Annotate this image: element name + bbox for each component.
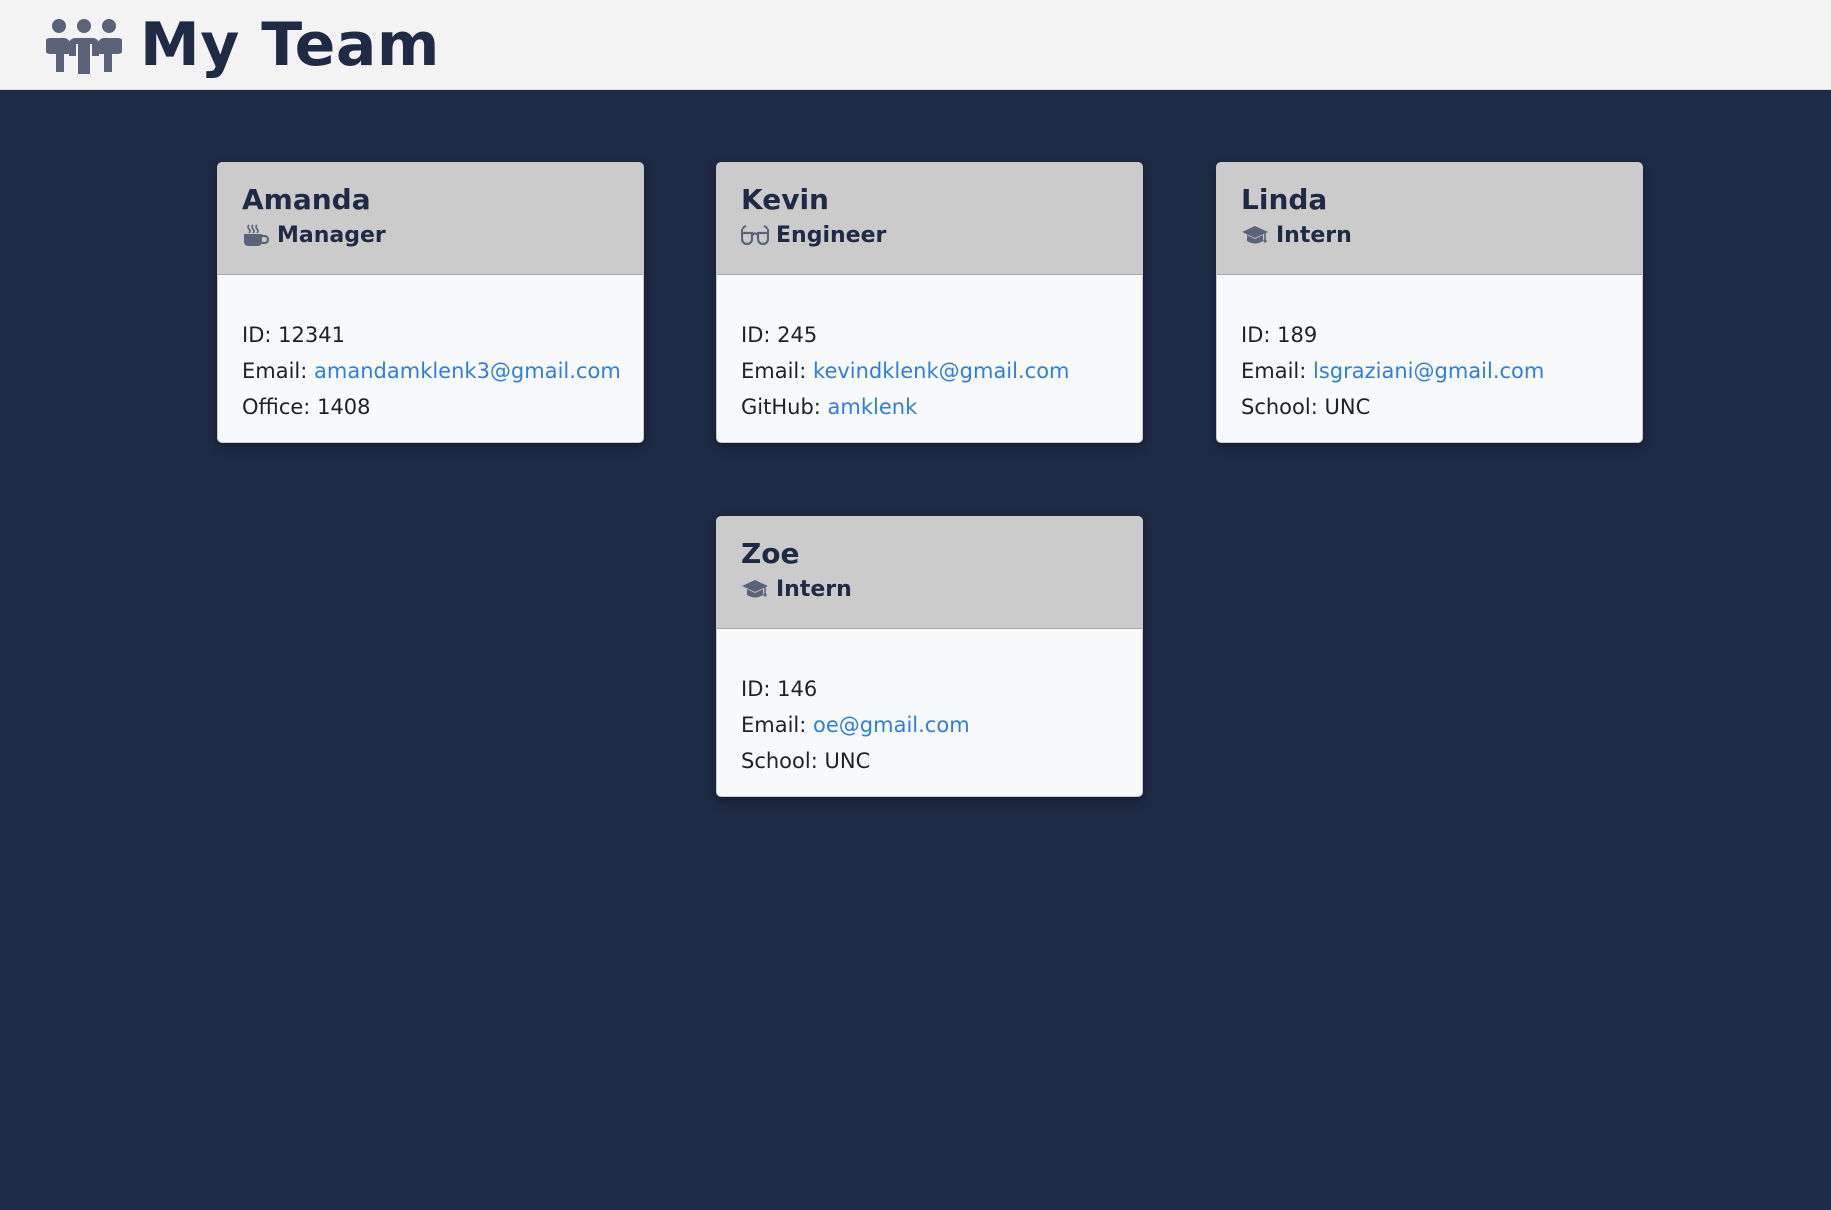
school-value: UNC [824, 749, 871, 773]
page-title: My Team [140, 10, 440, 80]
github-row: GitHub: amklenk [741, 389, 1118, 425]
email-row: Email: lsgraziani@gmail.com [1241, 353, 1618, 389]
employee-card: Amanda Manager ID: 12341 Email: amandamk… [217, 162, 644, 443]
employee-name: Zoe [741, 537, 800, 570]
office-value: 1408 [317, 395, 371, 419]
employee-name: Linda [1241, 183, 1328, 216]
glasses-icon [741, 225, 769, 246]
email-label: Email: [741, 359, 807, 383]
github-link[interactable]: amklenk [828, 395, 918, 419]
role-label: Engineer [776, 222, 887, 248]
id-value: 146 [777, 677, 818, 701]
school-row: School: UNC [741, 743, 1118, 779]
role-label: Manager [277, 222, 386, 248]
employee-name: Amanda [242, 183, 371, 216]
card-body: ID: 245 Email: kevindklenk@gmail.com Git… [717, 275, 1142, 425]
id-row: ID: 189 [1241, 317, 1618, 353]
role-label: Intern [776, 576, 852, 602]
school-value: UNC [1324, 395, 1371, 419]
id-label: ID: [1241, 323, 1271, 347]
email-row: Email: oe@gmail.com [741, 707, 1118, 743]
card-body: ID: 12341 Email: amandamklenk3@gmail.com… [218, 275, 643, 425]
id-row: ID: 146 [741, 671, 1118, 707]
employee-role: Manager [242, 223, 619, 248]
id-value: 245 [777, 323, 818, 347]
card-header: Zoe Intern [717, 517, 1142, 629]
employee-card: Kevin Engineer ID: 245 Email: kevindklen… [716, 162, 1143, 443]
email-link[interactable]: amandamklenk3@gmail.com [314, 359, 621, 383]
email-row: Email: kevindklenk@gmail.com [741, 353, 1118, 389]
office-row: Office: 1408 [242, 389, 619, 425]
employee-card: Linda Intern ID: 189 Email: lsgraziani@g… [1216, 162, 1643, 443]
card-body: ID: 189 Email: lsgraziani@gmail.com Scho… [1217, 275, 1642, 425]
email-link[interactable]: kevindklenk@gmail.com [813, 359, 1069, 383]
email-label: Email: [1241, 359, 1307, 383]
id-row: ID: 245 [741, 317, 1118, 353]
school-label: School: [741, 749, 818, 773]
brand: My Team [46, 6, 440, 84]
email-label: Email: [741, 713, 807, 737]
employee-name: Kevin [741, 183, 829, 216]
office-label: Office: [242, 395, 311, 419]
school-row: School: UNC [1241, 389, 1618, 425]
card-header: Amanda Manager [218, 163, 643, 275]
school-label: School: [1241, 395, 1318, 419]
employee-role: Intern [741, 577, 1118, 602]
id-label: ID: [741, 677, 771, 701]
id-row: ID: 12341 [242, 317, 619, 353]
employee-card: Zoe Intern ID: 146 Email: oe@gmail.com S… [716, 516, 1143, 797]
id-label: ID: [242, 323, 272, 347]
graduation-cap-icon [742, 580, 768, 598]
mug-icon [244, 224, 270, 247]
id-value: 12341 [278, 323, 345, 347]
id-label: ID: [741, 323, 771, 347]
email-link[interactable]: oe@gmail.com [813, 713, 970, 737]
card-body: ID: 146 Email: oe@gmail.com School: UNC [717, 629, 1142, 779]
email-link[interactable]: lsgraziani@gmail.com [1313, 359, 1544, 383]
card-header: Kevin Engineer [717, 163, 1142, 275]
employee-role: Engineer [741, 223, 1118, 248]
card-header: Linda Intern [1217, 163, 1642, 275]
email-row: Email: amandamklenk3@gmail.com [242, 353, 621, 389]
id-value: 189 [1277, 323, 1318, 347]
top-navbar: My Team [0, 0, 1831, 90]
graduation-cap-icon [1242, 226, 1268, 244]
users-icon [46, 19, 122, 74]
email-label: Email: [242, 359, 308, 383]
employee-role: Intern [1241, 223, 1618, 248]
role-label: Intern [1276, 222, 1352, 248]
github-label: GitHub: [741, 395, 821, 419]
